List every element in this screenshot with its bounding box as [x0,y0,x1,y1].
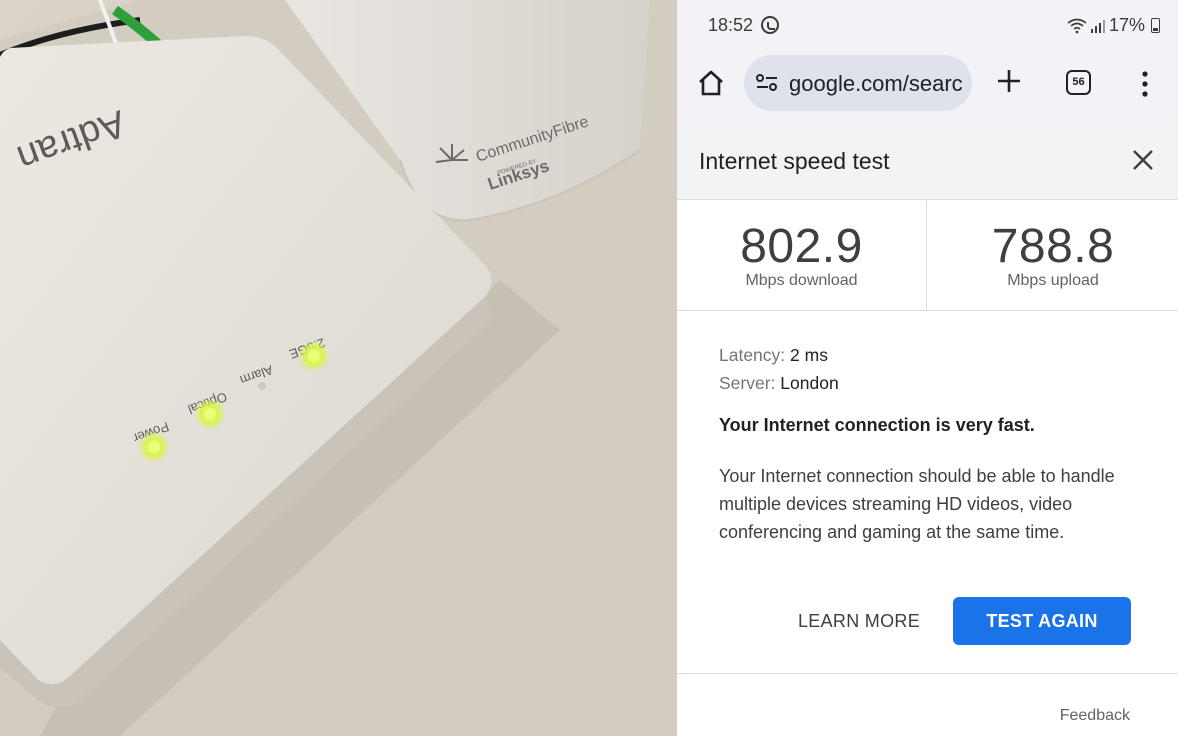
card-title: Internet speed test [699,148,890,174]
speed-verdict: Your Internet connection is very fast. [719,415,1035,435]
learn-more-button[interactable]: LEARN MORE [785,598,933,644]
led-25ge [298,340,330,372]
latency-label: Latency: [719,345,786,365]
status-bar: 18:52 17% [677,0,1178,52]
server-value: London [780,373,839,393]
status-time: 18:52 [708,15,754,35]
download-value: 802.9 [740,220,863,273]
download-label: Mbps download [745,272,858,289]
latency-row: Latency: 2 ms [719,341,1139,369]
upload-value: 788.8 [991,220,1115,273]
close-icon[interactable] [1132,149,1154,171]
upload-label: Mbps upload [1007,272,1099,289]
whatsapp-icon [761,16,779,34]
battery-icon [1151,18,1160,33]
browser-toolbar: google.com/search 56 [677,52,1178,122]
router-photo: CommunityFibre POWERED BY Linksys Adtran… [0,0,677,736]
test-again-button[interactable]: TEST AGAIN [953,597,1131,645]
server-label: Server: [719,373,776,393]
home-icon[interactable] [697,69,725,97]
site-settings-icon[interactable] [756,74,778,92]
phone-screen: 18:52 17% google.com/search 56 Internet … [677,0,1178,736]
led-alarm [258,382,266,390]
new-tab-icon[interactable] [995,67,1023,95]
speed-results: 802.9 Mbps download 788.8 Mbps upload [677,201,1178,311]
more-menu-icon[interactable] [1139,70,1151,98]
feedback-link[interactable]: Feedback [1060,707,1130,725]
tab-switcher-button[interactable]: 56 [1066,70,1091,95]
divider [677,673,1178,674]
wifi-icon [1067,18,1087,34]
led-optical [194,398,226,430]
download-result: 802.9 Mbps download [677,201,927,311]
test-details: Latency: 2 ms Server: London [719,341,1139,397]
speed-description: Your Internet connection should be able … [719,466,1115,542]
led-power [138,431,170,463]
address-bar[interactable]: google.com/search [744,55,972,111]
signal-icon [1090,19,1105,33]
battery-percent: 17% [1108,15,1145,35]
latency-value: 2 ms [790,345,828,365]
url-text[interactable]: google.com/search [789,71,964,97]
speed-test-header: Internet speed test [677,122,1178,200]
server-row: Server: London [719,369,1139,397]
upload-result: 788.8 Mbps upload [928,201,1178,311]
